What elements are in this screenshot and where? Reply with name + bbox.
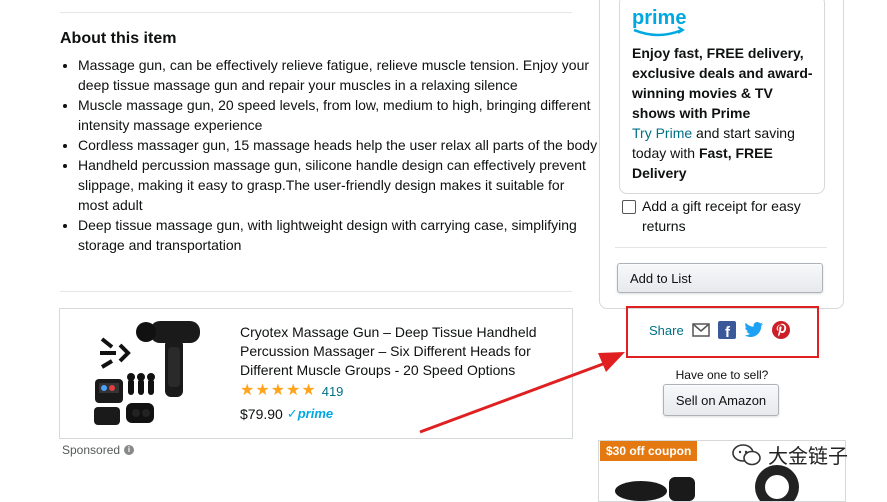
ad-price-row: $79.90 ✓prime [240,406,333,422]
bullet-item: Deep tissue massage gun, with lightweigh… [78,215,598,255]
bullet-item: Cordless massager gun, 15 massage heads … [78,135,598,155]
watermark-text: 大金链子 [768,446,848,468]
buybox-divider [615,247,827,248]
prime-headline: Enjoy fast, FREE delivery, exclusive dea… [632,45,813,121]
watermark: 大金链子 [732,440,848,469]
wechat-icon [732,443,761,465]
about-item-heading: About this item [60,30,177,47]
ad-star-rating[interactable]: ★ ★ ★ ★ ★ 419 [240,383,343,399]
bullet-item: Muscle massage gun, 20 speed levels, fro… [78,95,598,135]
coupon-badge: $30 off coupon [600,441,698,461]
bullet-item: Handheld percussion massage gun, silicon… [78,155,598,215]
info-icon[interactable]: i [124,445,135,455]
share-row: Share f [649,321,798,339]
star-icon: ★ [301,382,316,399]
star-icon: ★ [240,382,255,399]
massage-gun-product-image[interactable] [90,317,210,427]
bullet-item: Massage gun, can be effectively relieve … [78,55,598,95]
prime-badge-icon: ✓prime [286,406,334,421]
try-prime-link[interactable]: Try Prime [632,125,692,141]
twitter-icon[interactable] [744,322,764,338]
ad-price: $79.90 [240,406,283,422]
prime-subtext: Try Prime and start saving today with Fa… [632,125,795,181]
star-icon: ★ [270,382,286,399]
ad-product-title[interactable]: Cryotex Massage Gun – Deep Tissue Handhe… [240,323,560,380]
section-divider-top [60,12,572,13]
share-label: Share [649,322,684,338]
svg-text:prime: prime [632,7,686,29]
about-item-bullets: Massage gun, can be effectively relieve … [60,55,598,255]
gift-receipt-checkbox[interactable] [622,200,636,214]
pinterest-icon[interactable] [771,321,790,339]
sell-on-amazon-button[interactable]: Sell on Amazon [663,384,779,416]
email-icon[interactable] [691,323,710,337]
gift-receipt-label: Add a gift receipt for easy returns [642,198,801,234]
section-divider-mid [60,291,572,292]
add-to-list-button[interactable]: Add to List [617,263,823,293]
gift-receipt-option[interactable]: Add a gift receipt for easy returns [620,196,820,236]
have-one-to-sell-text: Have one to sell? [675,368,769,382]
sponsored-product-ad[interactable]: Cryotex Massage Gun – Deep Tissue Handhe… [59,308,573,439]
prime-logo-icon: prime [632,7,686,37]
review-count[interactable]: 419 [322,384,344,399]
facebook-icon[interactable]: f [717,321,736,339]
star-icon: ★ [255,382,270,399]
star-icon: ★ [286,382,301,399]
sponsored-label: Sponsored i [62,443,135,457]
